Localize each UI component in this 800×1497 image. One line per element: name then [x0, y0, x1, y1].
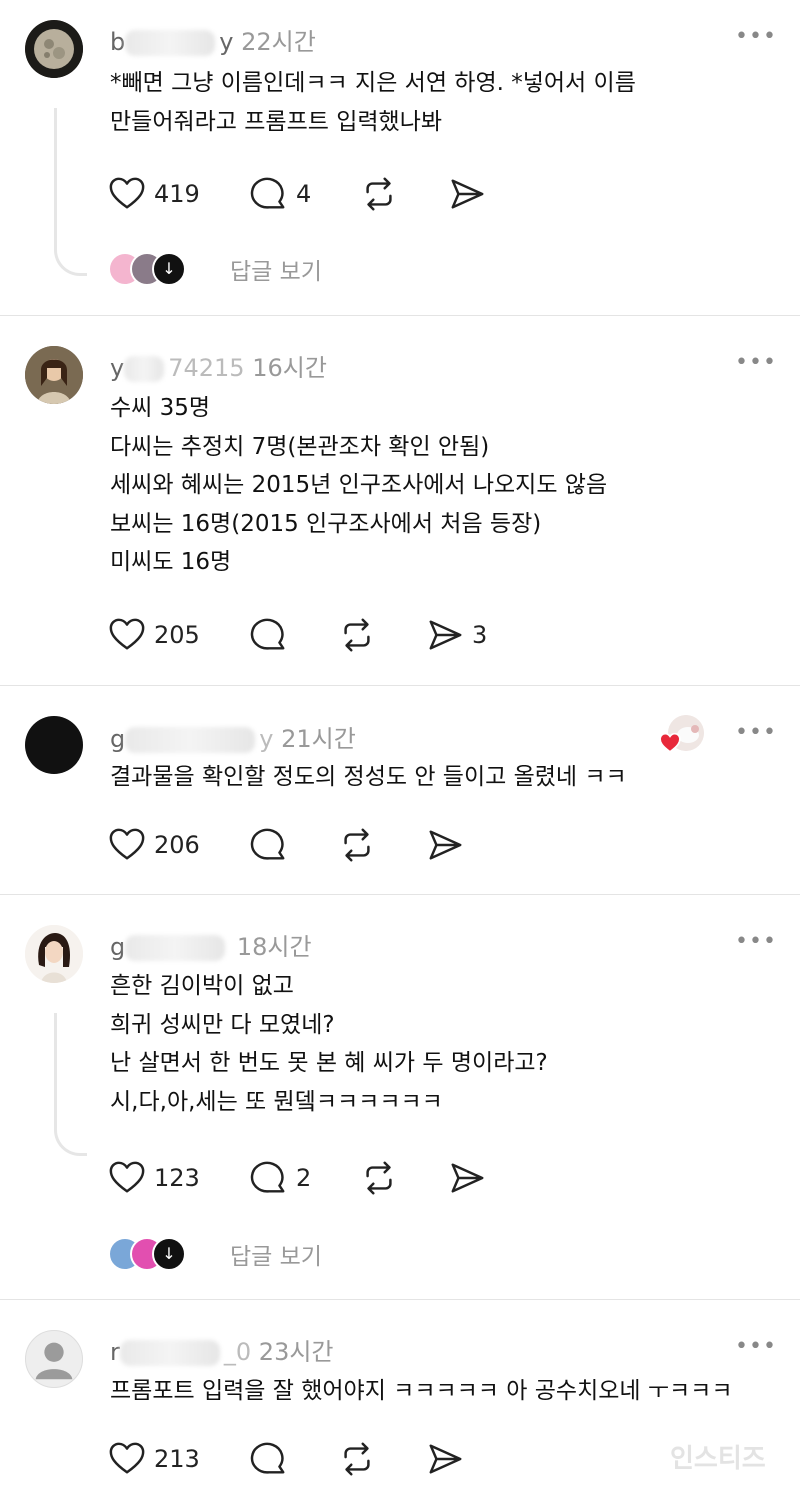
username[interactable]: by 22시간	[110, 22, 316, 57]
comment-button[interactable]: 2	[250, 1158, 311, 1198]
repost-icon	[366, 177, 392, 211]
repost-icon	[344, 828, 370, 862]
avatar-moon[interactable]	[25, 20, 83, 78]
comment-button[interactable]	[250, 825, 288, 865]
share-button[interactable]	[426, 825, 464, 865]
more-options-icon[interactable]: •••	[735, 24, 777, 49]
like-button[interactable]: 206	[108, 825, 200, 865]
repost-button[interactable]	[360, 1158, 398, 1198]
like-count: 205	[154, 621, 200, 649]
view-replies-label: 답글 보기	[230, 259, 322, 285]
comment-1: by 22시간 ••• *빼면 그냥 이름인데ㅋㅋ 지은 서연 하영. *넣어서…	[0, 0, 800, 315]
comment-2: y 74215 16시간 ••• 수씨 35명 다씨는 추정치 7명(본관조차 확…	[0, 316, 800, 684]
comment-bubble-icon	[250, 828, 285, 860]
reply-count: 4	[296, 180, 312, 208]
heart-icon	[109, 618, 145, 650]
comment-bubble-icon	[250, 1161, 285, 1193]
heart-icon	[109, 177, 145, 209]
like-button[interactable]: 419	[108, 174, 200, 214]
share-button[interactable]	[448, 1158, 486, 1198]
timestamp: 16시간	[252, 354, 327, 382]
repost-icon	[344, 618, 370, 652]
repost-button[interactable]	[338, 615, 376, 655]
repost-button[interactable]	[338, 1439, 376, 1479]
arrow-down-icon: ↓	[152, 252, 186, 286]
username[interactable]: g 18시간	[110, 927, 312, 962]
comment-text: 수씨 35명 다씨는 추정치 7명(본관조차 확인 안됨) 세씨와 혜씨는 20…	[110, 395, 608, 575]
comment-text: 프롬포트 입력을 잘 했어야지 ㅋㅋㅋㅋㅋ 아 공수치오네 ㅜㅋㅋㅋ	[110, 1378, 733, 1404]
thread-line	[54, 1013, 87, 1156]
like-button[interactable]: 213	[108, 1439, 200, 1479]
comment-4: g 18시간 ••• 흔한 김이박이 없고 희귀 성씨만 다 모였네? 난 살면…	[0, 895, 800, 1299]
view-replies-label: 답글 보기	[230, 1244, 322, 1270]
timestamp: 23시간	[258, 1338, 334, 1366]
username[interactable]: r _0 23시간	[110, 1332, 334, 1367]
like-button[interactable]: 205	[108, 615, 200, 655]
more-options-icon[interactable]: •••	[735, 350, 777, 375]
arrow-down-icon: ↓	[152, 1237, 186, 1271]
reply-count: 2	[296, 1164, 312, 1192]
view-replies[interactable]: ↓ 답글 보기	[108, 252, 322, 286]
send-icon	[451, 1163, 484, 1193]
more-options-icon[interactable]: •••	[735, 720, 777, 745]
share-button[interactable]	[448, 174, 486, 214]
like-button[interactable]: 123	[108, 1158, 200, 1198]
avatar-default[interactable]	[25, 1330, 83, 1388]
avatar-girl[interactable]	[25, 346, 83, 404]
more-options-icon[interactable]: •••	[735, 929, 777, 954]
share-button[interactable]: 3	[426, 615, 487, 655]
share-count: 3	[472, 621, 488, 649]
timestamp: 21시간	[281, 725, 356, 753]
comment-button[interactable]: 4	[250, 174, 311, 214]
more-options-icon[interactable]: •••	[735, 1334, 777, 1359]
timestamp: 18시간	[236, 933, 312, 961]
repost-icon	[344, 1442, 370, 1476]
like-count: 123	[154, 1164, 200, 1192]
comment-3: gy 21시간 ••• 결과물을 확인할 정도의 정성도 안 들이고 올렸네 ㅋ…	[0, 686, 800, 894]
view-replies[interactable]: ↓ 답글 보기	[108, 1237, 322, 1271]
share-button[interactable]	[426, 1439, 464, 1479]
comment-bubble-icon	[250, 618, 285, 650]
watermark: 인스티즈	[670, 1444, 766, 1474]
comment-text: *빼면 그냥 이름인데ㅋㅋ 지은 서연 하영. *넣어서 이름 만들어줘라고 프…	[110, 70, 636, 135]
send-icon	[429, 1444, 462, 1474]
comment-bubble-icon	[250, 177, 285, 209]
repost-icon	[366, 1161, 392, 1195]
send-icon	[429, 830, 462, 860]
like-count: 419	[154, 180, 200, 208]
thread-line	[54, 108, 87, 276]
timestamp: 22시간	[241, 28, 316, 56]
repost-button[interactable]	[360, 174, 398, 214]
avatar-black[interactable]	[25, 716, 83, 774]
comment-button[interactable]	[250, 1439, 288, 1479]
like-count: 213	[154, 1445, 200, 1473]
heart-icon	[659, 732, 681, 754]
comment-button[interactable]	[250, 615, 288, 655]
repost-button[interactable]	[338, 825, 376, 865]
comment-bubble-icon	[250, 1442, 285, 1474]
like-count: 206	[154, 831, 200, 859]
comment-text: 흔한 김이박이 없고 희귀 성씨만 다 모였네? 난 살면서 한 번도 못 본 …	[110, 973, 548, 1115]
send-icon	[429, 620, 462, 650]
avatar-woman-illustration[interactable]	[25, 925, 83, 983]
comment-text: 결과물을 확인할 정도의 정성도 안 들이고 올렸네 ㅋㅋ	[110, 764, 627, 790]
heart-icon	[109, 1161, 145, 1193]
username[interactable]: y 74215 16시간	[110, 348, 327, 383]
username[interactable]: gy 21시간	[110, 719, 356, 754]
send-icon	[451, 179, 484, 209]
heart-icon	[109, 1442, 145, 1474]
heart-icon	[109, 828, 145, 860]
